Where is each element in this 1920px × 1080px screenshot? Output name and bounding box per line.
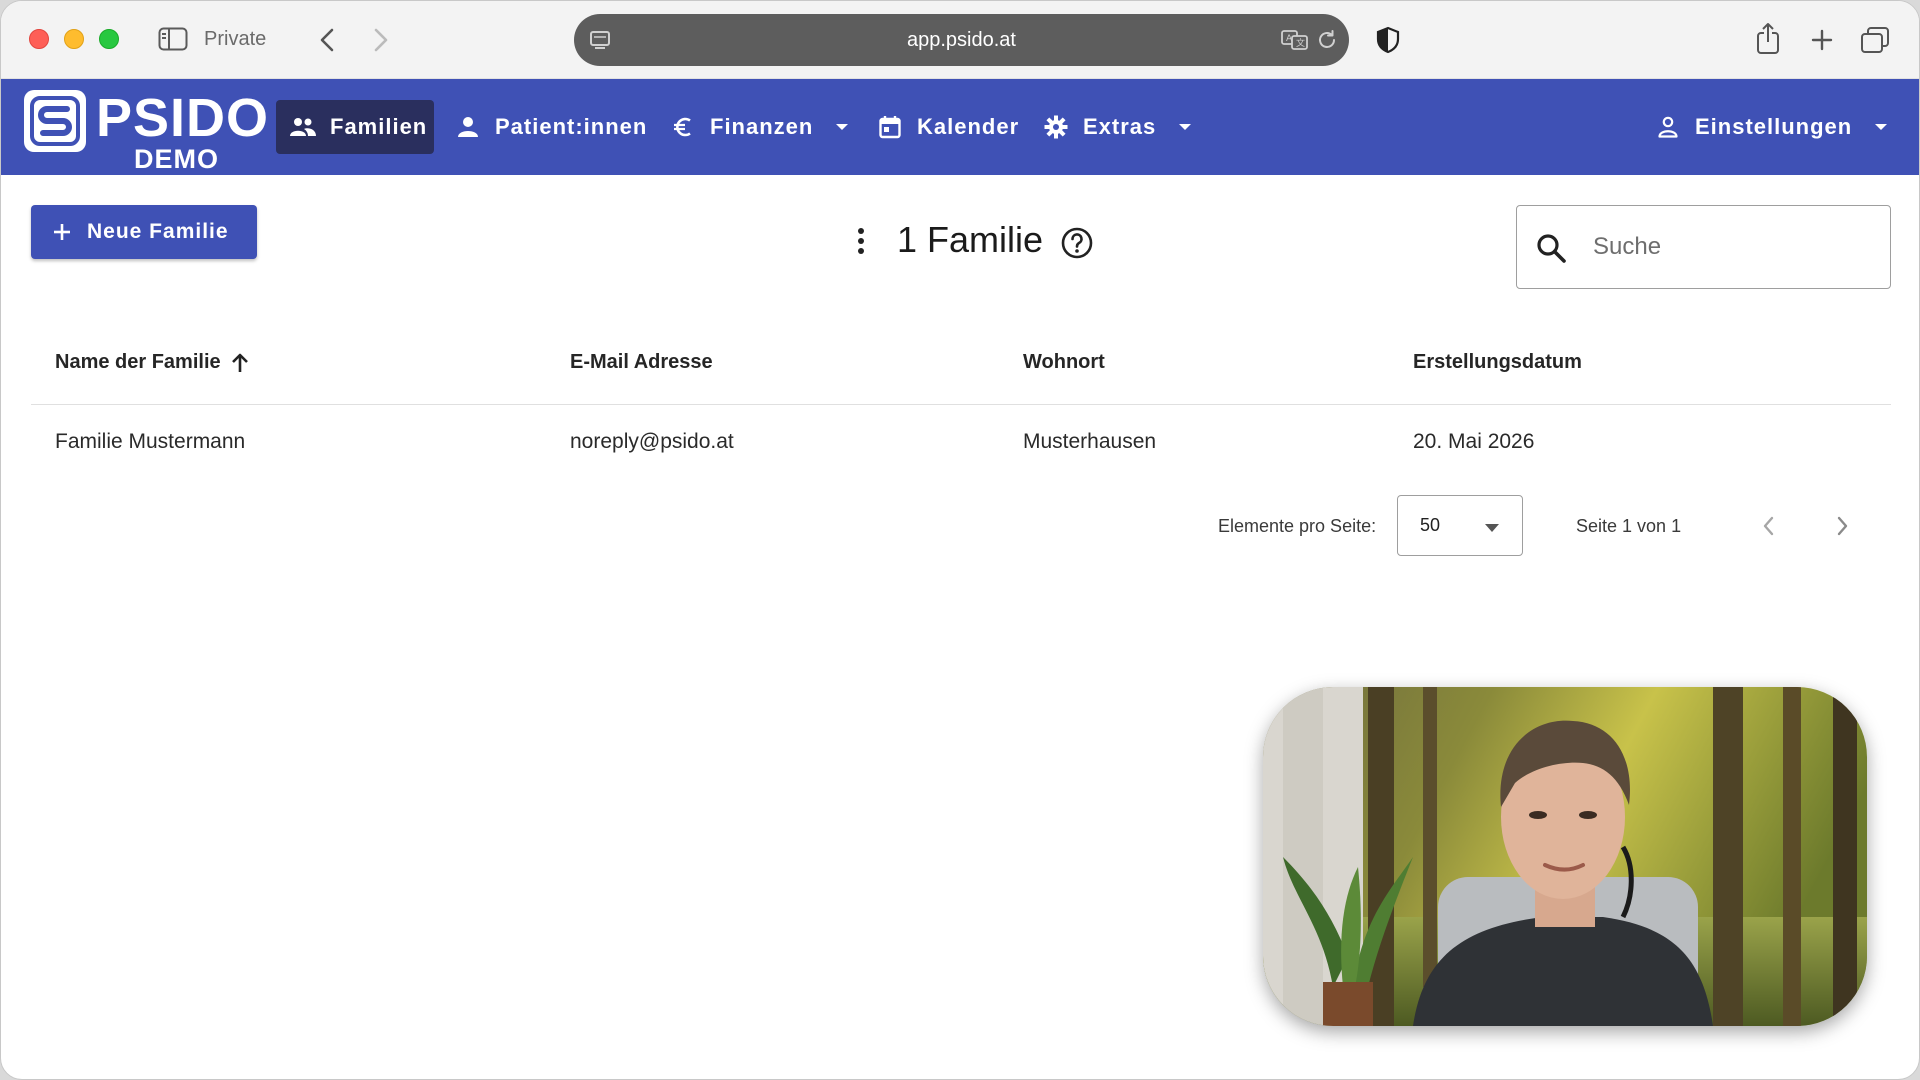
browser-toolbar: Private app.psido.at A文 [1, 1, 1919, 79]
logo-subtitle: DEMO [134, 144, 219, 174]
nav-finanzen[interactable]: Finanzen [656, 100, 863, 154]
help-icon[interactable] [1060, 226, 1094, 260]
share-icon[interactable] [1753, 21, 1783, 55]
cell-wohnort: Musterhausen [1023, 430, 1157, 453]
cell-email: noreply@psido.at [570, 430, 734, 453]
new-family-button-label: Neue Familie [87, 220, 229, 243]
page-range-text: Seite 1 von 1 [1576, 516, 1682, 536]
cell-family-name: Familie Mustermann [55, 430, 246, 453]
per-page-label: Elemente pro Seite: [1218, 516, 1377, 536]
nav-patienten-label: Patient:innen [495, 114, 648, 139]
arrow-up-icon[interactable] [229, 352, 251, 374]
logo-text[interactable]: PSIDO [96, 91, 269, 145]
search-field[interactable] [1516, 205, 1891, 289]
close-window-button[interactable] [29, 29, 49, 49]
url-text: app.psido.at [907, 29, 1016, 51]
webcam-overlay [1263, 687, 1867, 1026]
column-header-wohnort[interactable]: Wohnort [1023, 351, 1105, 374]
column-header-label: Wohnort [1023, 351, 1105, 373]
column-header-label: Name der Familie [55, 351, 221, 373]
per-page-value: 50 [1420, 515, 1441, 535]
forward-icon[interactable] [365, 25, 395, 55]
column-header-name[interactable]: Name der Familie [55, 351, 251, 374]
column-header-erstellungsdatum[interactable]: Erstellungsdatum [1413, 351, 1582, 374]
nav-extras[interactable]: Extras [1029, 100, 1206, 154]
nav-patienten[interactable]: Patient:innen [441, 100, 661, 154]
nav-familien[interactable]: Familien [276, 100, 434, 154]
webcam-presenter-image [1263, 687, 1867, 1026]
chevron-left-icon[interactable] [1757, 513, 1781, 539]
nav-finanzen-label: Finanzen [710, 114, 814, 139]
reload-icon[interactable] [1316, 29, 1338, 51]
svg-text:A: A [1286, 34, 1293, 44]
translate-icon[interactable]: A文 [1281, 29, 1309, 51]
calendar-icon [877, 114, 903, 140]
column-header-email[interactable]: E-Mail Adresse [570, 351, 713, 374]
maximize-window-button[interactable] [99, 29, 119, 49]
browser-window: Private app.psido.at A文 PSIDO DEMO Famil… [0, 0, 1920, 1080]
table-header: Name der Familie E-Mail Adresse Wohnort … [31, 331, 1891, 405]
nav-extras-label: Extras [1083, 114, 1157, 139]
private-mode-label: Private [204, 28, 267, 50]
search-icon [1535, 232, 1567, 264]
svg-text:文: 文 [1296, 37, 1305, 49]
chevron-down-icon [835, 120, 849, 134]
person-icon [455, 114, 481, 140]
minimize-window-button[interactable] [64, 29, 84, 49]
families-table: Name der Familie E-Mail Adresse Wohnort … [31, 331, 1891, 487]
new-family-button[interactable]: Neue Familie [31, 205, 257, 259]
column-header-label: E-Mail Adresse [570, 351, 713, 373]
chevron-down-icon [1874, 120, 1888, 134]
plus-icon [51, 221, 73, 243]
people-icon [290, 114, 316, 140]
psido-logo-icon[interactable] [24, 90, 86, 152]
nav-kalender-label: Kalender [917, 114, 1020, 139]
chevron-down-icon [1484, 520, 1500, 534]
gear-icon [1043, 114, 1069, 140]
search-input[interactable] [1593, 226, 1873, 268]
column-header-label: Erstellungsdatum [1413, 351, 1582, 373]
chevron-right-icon[interactable] [1830, 513, 1854, 539]
per-page-select[interactable]: 50 [1397, 495, 1523, 556]
back-icon[interactable] [313, 25, 343, 55]
tabs-icon[interactable] [1859, 25, 1891, 55]
app-navbar: PSIDO DEMO Familien Patient:innen Finanz… [1, 79, 1919, 175]
euro-icon [670, 114, 696, 140]
table-row[interactable]: Familie Mustermann noreply@psido.at Must… [31, 405, 1891, 487]
chevron-down-icon [1178, 120, 1192, 134]
nav-familien-label: Familien [330, 114, 428, 139]
sidebar-icon[interactable] [158, 27, 188, 51]
cell-erstellungsdatum: 20. Mai 2026 [1413, 430, 1535, 453]
address-bar[interactable]: app.psido.at A文 [574, 14, 1349, 66]
more-vert-icon[interactable] [851, 227, 871, 259]
shield-icon[interactable] [1373, 25, 1403, 55]
nav-einstellungen[interactable]: Einstellungen [1641, 100, 1902, 154]
person-outline-icon [1655, 114, 1681, 140]
page-title: 1 Familie [897, 219, 1044, 260]
nav-kalender[interactable]: Kalender [863, 100, 1033, 154]
plus-icon[interactable] [1807, 25, 1837, 55]
nav-einstellungen-label: Einstellungen [1695, 114, 1853, 139]
